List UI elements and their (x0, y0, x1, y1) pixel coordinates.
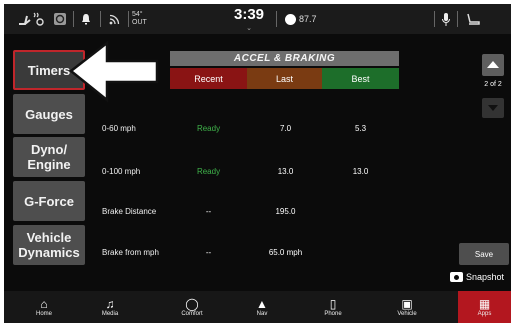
apps-grid-icon: ▦ (478, 296, 491, 311)
tab-apps[interactable]: ▦ Apps (458, 291, 511, 323)
column-header-recent: Recent (170, 68, 247, 89)
row-label: 0-100 mph (102, 167, 141, 176)
page-indicator: 2 of 2 (484, 81, 502, 88)
music-note-icon: ♫ (105, 296, 115, 311)
phone-icon: ▯ (329, 296, 337, 311)
row-label: Brake from mph (102, 248, 159, 257)
car-icon: ▣ (401, 296, 413, 311)
tab-vehicle[interactable]: ▣ Vehicle (387, 291, 427, 323)
row-label: Brake Distance (102, 207, 157, 216)
table-title: ACCEL & BRAKING (170, 51, 399, 66)
tab-phone[interactable]: ▯ Phone (313, 291, 353, 323)
cell-recent: -- (205, 207, 212, 216)
cell-last: 195.0 (275, 207, 296, 216)
cell-last: 65.0 mph (268, 248, 303, 257)
snapshot-label: Snapshot (466, 272, 505, 282)
uconnect-screen: 54° OUT 3:39 ⌄ 87.7 Timers Gauges Dyno/ … (4, 4, 511, 323)
page-down-button[interactable] (482, 98, 504, 118)
cell-last: 7.0 (279, 124, 292, 133)
tab-home[interactable]: ⌂ Home (24, 291, 64, 323)
cell-recent: Ready (196, 167, 221, 176)
column-header-last: Last (247, 68, 322, 89)
home-icon: ⌂ (40, 296, 48, 311)
save-button[interactable]: Save (459, 243, 509, 265)
tab-media[interactable]: ♫ Media (90, 291, 130, 323)
cell-best: 13.0 (352, 167, 369, 176)
row-label: 0-60 mph (102, 124, 136, 133)
cell-recent: Ready (196, 124, 221, 133)
tab-nav[interactable]: ▲ Nav (242, 291, 282, 323)
camera-icon (450, 272, 463, 282)
snapshot-button[interactable]: Snapshot (450, 270, 504, 284)
cell-recent: -- (205, 248, 212, 257)
column-header-best: Best (322, 68, 399, 89)
cell-last: 13.0 (277, 167, 294, 176)
cell-best: 5.3 (354, 124, 367, 133)
climate-icon: ◯ (185, 296, 199, 311)
page-up-button[interactable] (482, 54, 504, 76)
tab-comfort[interactable]: ◯ Comfort (172, 291, 212, 323)
navigation-arrow-icon: ▲ (256, 296, 268, 311)
